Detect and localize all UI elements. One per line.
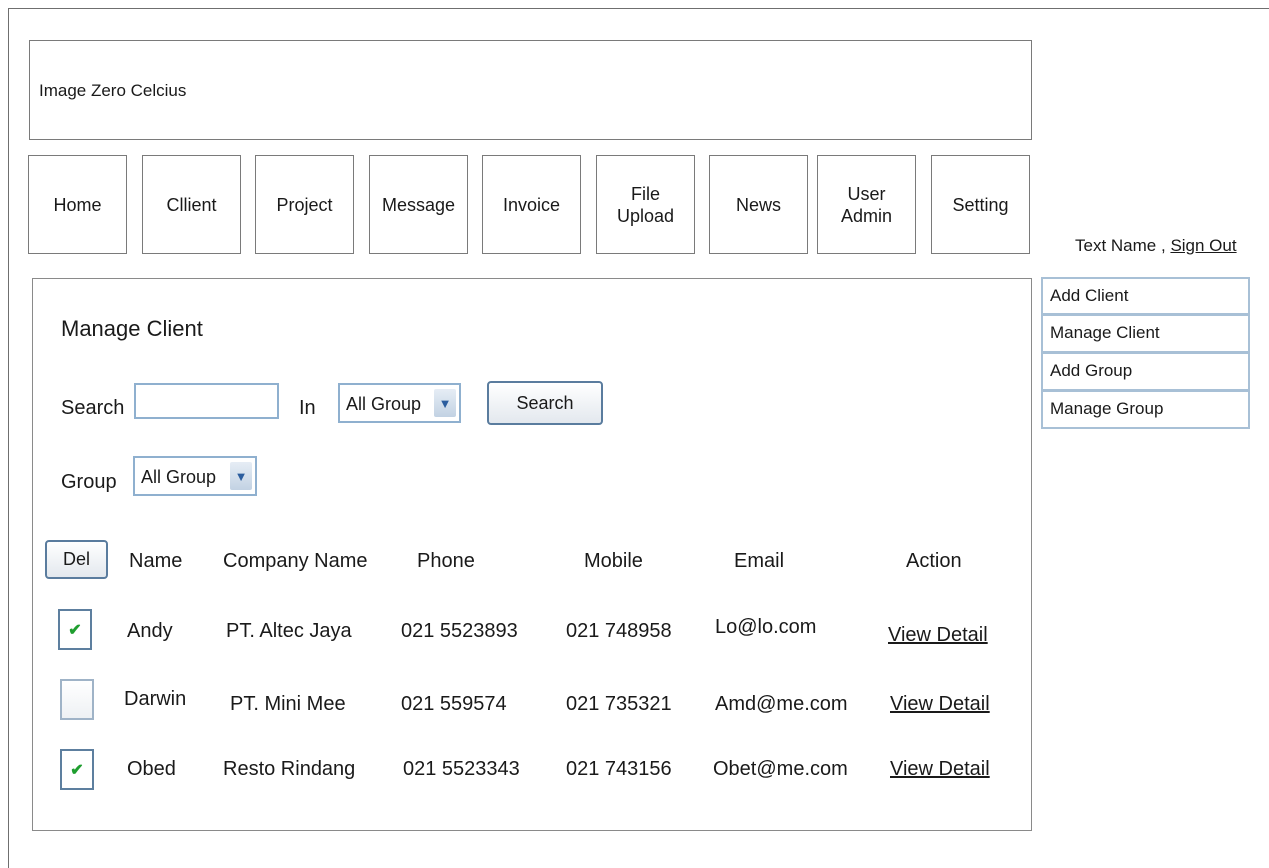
search-button[interactable]: Search <box>487 381 603 425</box>
sign-out-link[interactable]: Sign Out <box>1170 236 1236 255</box>
header-company: Company Name <box>223 550 368 572</box>
header-phone: Phone <box>417 550 475 572</box>
header-action: Action <box>906 550 962 572</box>
group-label: Group <box>61 471 117 493</box>
cell-company: PT. Mini Mee <box>230 693 346 715</box>
group-filter-select-value: All Group <box>141 467 217 487</box>
cell-company: PT. Altec Jaya <box>226 620 352 642</box>
cell-email: Obet@me.com <box>713 758 848 780</box>
nav-news[interactable]: News <box>709 155 808 254</box>
nav-user-admin[interactable]: User Admin <box>817 155 916 254</box>
user-name: Text Name , <box>1075 236 1166 255</box>
cell-mobile: 021 743156 <box>566 758 672 780</box>
row-checkbox[interactable] <box>60 679 94 720</box>
nav-project[interactable]: Project <box>255 155 354 254</box>
page-title: Manage Client <box>61 316 203 341</box>
side-item-manage-client[interactable]: Manage Client <box>1041 315 1250 353</box>
view-detail-link[interactable]: View Detail <box>888 624 988 647</box>
side-item-manage-group[interactable]: Manage Group <box>1041 391 1250 429</box>
row-checkbox[interactable]: ✔ <box>58 609 92 650</box>
in-group-select[interactable]: All Group ▼ <box>338 383 461 423</box>
side-item-add-client[interactable]: Add Client <box>1041 277 1250 315</box>
header-email: Email <box>734 550 785 572</box>
cell-phone: 021 5523893 <box>401 620 518 642</box>
header-mobile: Mobile <box>584 550 643 572</box>
nav-message[interactable]: Message <box>369 155 468 254</box>
chevron-down-icon: ▼ <box>434 389 456 417</box>
view-detail-link[interactable]: View Detail <box>890 693 990 716</box>
header-name: Name <box>129 550 183 572</box>
cell-mobile: 021 735321 <box>566 693 672 715</box>
chevron-down-icon: ▼ <box>230 462 252 490</box>
search-label: Search <box>61 397 125 419</box>
app-title: Image Zero Celcius <box>39 81 187 100</box>
cell-name: Obed <box>127 758 176 780</box>
search-input[interactable] <box>134 383 279 419</box>
nav-file-upload[interactable]: File Upload <box>596 155 695 254</box>
nav-client[interactable]: Cllient <box>142 155 241 254</box>
cell-phone: 021 5523343 <box>403 758 520 780</box>
app-banner: Image Zero Celcius <box>29 40 1032 140</box>
side-item-add-group[interactable]: Add Group <box>1041 353 1250 391</box>
cell-email: Lo@lo.com <box>715 616 817 638</box>
cell-company: Resto Rindang <box>223 758 356 780</box>
nav-setting[interactable]: Setting <box>931 155 1030 254</box>
group-filter-select[interactable]: All Group ▼ <box>133 456 257 496</box>
cell-name: Darwin <box>124 688 187 710</box>
cell-email: Amd@me.com <box>715 693 848 715</box>
cell-mobile: 021 748958 <box>566 620 672 642</box>
view-detail-link[interactable]: View Detail <box>890 758 990 781</box>
delete-button[interactable]: Del <box>45 540 108 579</box>
row-checkbox[interactable]: ✔ <box>60 749 94 790</box>
in-label: In <box>299 397 316 419</box>
cell-name: Andy <box>127 620 173 642</box>
manage-client-panel: Manage Client Search In All Group ▼ Sear… <box>32 278 1032 831</box>
nav-invoice[interactable]: Invoice <box>482 155 581 254</box>
nav-home[interactable]: Home <box>28 155 127 254</box>
check-icon: ✔ <box>68 621 82 639</box>
side-menu: Add Client Manage Client Add Group Manag… <box>1041 277 1250 429</box>
cell-phone: 021 559574 <box>401 693 507 715</box>
in-group-select-value: All Group <box>346 394 422 414</box>
check-icon: ✔ <box>70 761 84 779</box>
user-info: Text Name , Sign Out <box>1075 236 1237 256</box>
